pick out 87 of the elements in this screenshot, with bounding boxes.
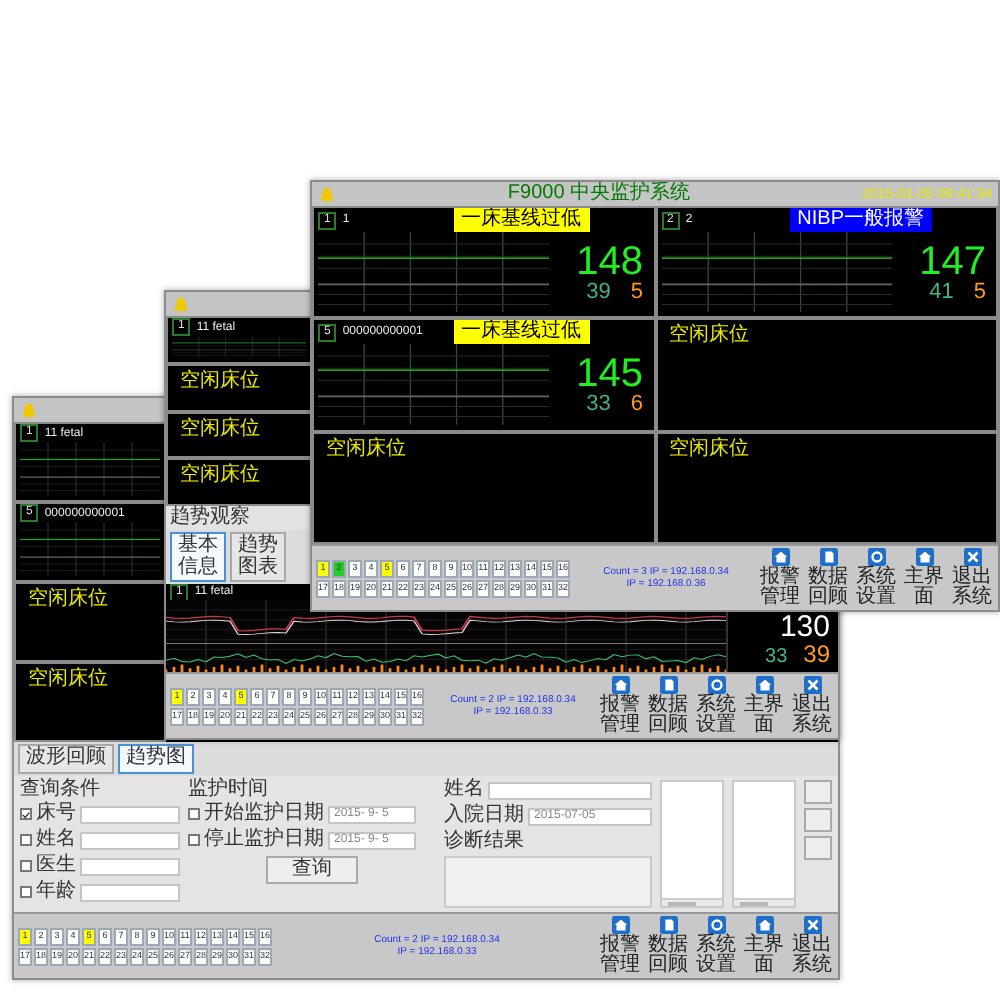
field-label: 开始监护日期 [204,804,324,824]
settings-icon [707,915,725,933]
toolbar-button[interactable]: 主界面 [742,915,786,977]
toolbar-button[interactable]: 数据回顾 [806,547,850,609]
close-icon [803,915,821,933]
input-field[interactable] [80,857,180,875]
toolbar-button[interactable]: 数据回顾 [646,915,690,977]
alarm-banner: NIBP一般报警 [789,208,932,232]
close-icon [803,675,821,693]
field-label: 入院日期 [444,806,524,826]
bell-icon [20,401,38,419]
field-label: 姓名 [36,830,76,850]
toolbar-button[interactable]: 退出系统 [790,915,834,977]
query-button[interactable]: 查询 [266,855,358,883]
idle-bed-label: 空闲床位 [667,321,751,351]
idle-bed-label: 空闲床位 [178,415,262,443]
checkbox[interactable] [20,834,32,846]
home-icon [915,547,933,565]
tab[interactable]: 趋势图 [118,744,194,773]
side-button[interactable] [804,779,832,803]
input-field[interactable] [80,805,180,823]
heart-rate-value: 148 [576,241,643,282]
input-field[interactable] [488,781,652,799]
checkbox[interactable] [188,834,200,846]
toolbar-button[interactable]: 退出系统 [790,675,834,737]
field-label: 姓名 [444,780,484,800]
input-field[interactable] [80,883,180,901]
bell-icon [318,185,336,203]
idle-bed-label: 空闲床位 [324,435,408,464]
movement-count: 6 [630,393,643,416]
group-title: 监护时间 [188,779,270,799]
toco-value: 33 [586,393,611,416]
side-button[interactable] [804,835,832,859]
document-icon [659,675,677,693]
toolbar-button[interactable]: 主界面 [902,547,946,609]
home-icon [755,675,773,693]
settings-icon [867,547,885,565]
scroll-bar[interactable] [662,898,722,906]
home-icon [611,675,629,693]
movement-count: 39 [803,642,830,666]
bell-icon [172,295,190,313]
toolbar-button[interactable]: 报警管理 [758,547,802,609]
toolbar-button[interactable]: 数据回顾 [646,675,690,737]
scroll-bar[interactable] [734,898,794,906]
tab[interactable]: 趋势图表 [230,532,286,582]
toolbar-button[interactable]: 主界面 [742,675,786,737]
toco-value: 41 [929,281,954,304]
movement-count: 5 [630,281,643,304]
idle-bed-label: 空闲床位 [26,585,110,614]
home-icon [611,915,629,933]
field-label: 床号 [36,804,76,824]
document-icon [819,547,837,565]
field-label: 停止监护日期 [204,830,324,850]
checkbox[interactable] [20,886,32,898]
checkbox[interactable] [188,808,200,820]
toco-value: 39 [586,281,611,304]
side-button[interactable] [804,807,832,831]
home-icon [755,915,773,933]
heart-rate-value: 145 [576,353,643,394]
checkbox[interactable] [20,860,32,872]
movement-count: 5 [973,281,986,304]
toolbar-button[interactable]: 报警管理 [598,915,642,977]
field-label: 年龄 [36,882,76,902]
toolbar-button[interactable]: 系统设置 [694,915,738,977]
settings-icon [707,675,725,693]
text-area[interactable] [444,855,652,908]
idle-bed-label: 空闲床位 [667,435,751,464]
idle-bed-label: 空闲床位 [178,461,262,491]
heart-rate-value: 130 [779,612,830,642]
close-icon [963,547,981,565]
group-title: 查询条件 [20,779,102,799]
checkbox[interactable] [20,808,32,820]
document-icon [659,915,677,933]
tab[interactable]: 波形回顾 [18,744,114,773]
field-label: 医生 [36,856,76,876]
toolbar-button[interactable]: 报警管理 [598,675,642,737]
toolbar-button[interactable]: 系统设置 [694,675,738,737]
toolbar-button[interactable]: 退出系统 [950,547,994,609]
idle-bed-label: 空闲床位 [178,367,262,396]
field-label: 诊断结果 [444,831,526,851]
heart-rate-value: 147 [919,241,986,282]
tab[interactable]: 基本信息 [170,532,226,582]
idle-bed-label: 空闲床位 [26,665,110,694]
home-icon [771,547,789,565]
toco-value: 33 [765,648,788,668]
toolbar-button[interactable]: 系统设置 [854,547,898,609]
input-field[interactable] [80,831,180,849]
